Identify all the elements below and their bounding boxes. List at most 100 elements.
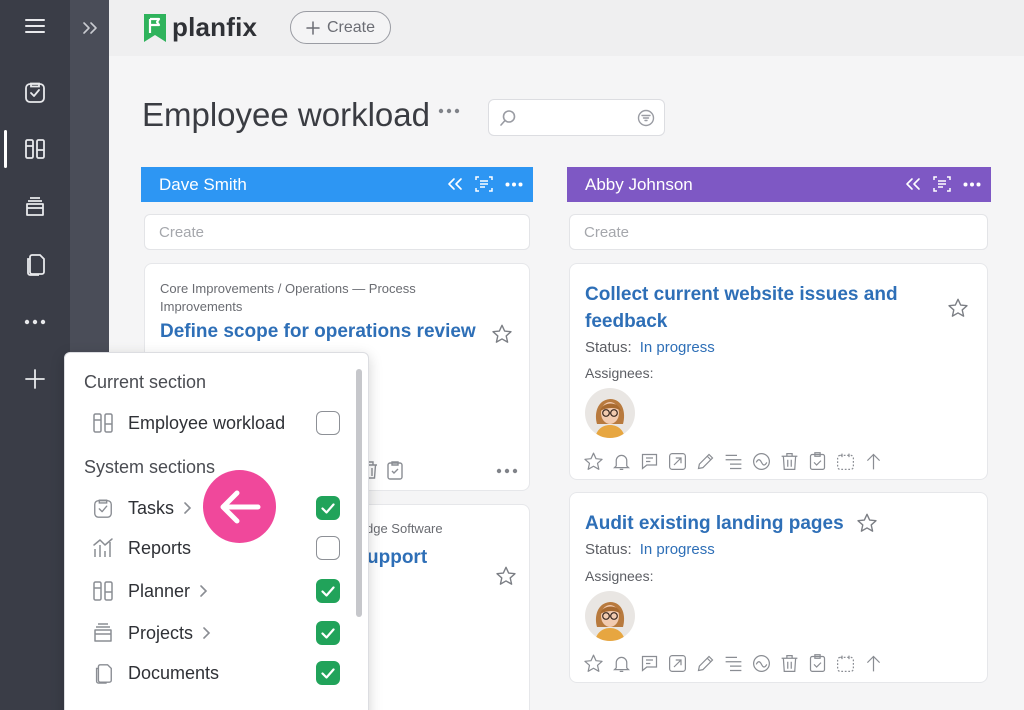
projects-icon	[94, 623, 112, 642]
comment-icon[interactable]	[639, 653, 660, 674]
avatar[interactable]	[585, 388, 635, 438]
lines-icon[interactable]	[723, 451, 744, 472]
plus-icon	[25, 369, 45, 389]
column-create-input[interactable]: Create	[144, 214, 530, 250]
expand-panel-button[interactable]	[70, 8, 109, 48]
section-checkbox-projects[interactable]	[316, 621, 340, 645]
status-value[interactable]: In progress	[640, 339, 715, 356]
rail-tasks-button[interactable]	[0, 70, 70, 114]
filter-icon[interactable]	[637, 109, 655, 127]
status-label: Status:	[585, 541, 632, 558]
task-title[interactable]: Define scope for operations review	[160, 318, 476, 345]
section-checkbox-planner[interactable]	[316, 579, 340, 603]
top-bar: planfix Create	[109, 0, 1024, 56]
rail-more-button[interactable]	[0, 300, 70, 344]
trash-icon[interactable]	[779, 451, 800, 472]
checkmark-icon	[321, 585, 335, 597]
wave-icon[interactable]	[751, 451, 772, 472]
task-action-bar	[583, 653, 884, 674]
pencil-icon[interactable]	[695, 653, 716, 674]
bell-icon[interactable]	[611, 653, 632, 674]
star-icon[interactable]	[856, 512, 878, 534]
double-chevron-right-icon	[82, 22, 97, 34]
star-icon[interactable]	[947, 297, 969, 319]
section-item-employee-workload[interactable]: Employee workload	[92, 408, 285, 438]
chevron-right-icon[interactable]	[182, 501, 192, 515]
collapse-icon[interactable]	[905, 177, 921, 191]
section-checkbox-employee-workload[interactable]	[316, 411, 340, 435]
clipboard-check-icon[interactable]	[386, 460, 404, 480]
section-checkbox-documents[interactable]	[316, 661, 340, 685]
create-button[interactable]: Create	[290, 11, 391, 44]
more-horizontal-icon	[438, 108, 460, 114]
section-item-tasks[interactable]: Tasks	[92, 493, 192, 523]
planfix-logo-icon	[144, 13, 166, 42]
star-icon[interactable]	[583, 653, 604, 674]
documents-icon	[95, 664, 112, 684]
chevron-right-icon[interactable]	[198, 584, 208, 598]
star-icon[interactable]	[491, 323, 513, 345]
tasks-icon	[25, 82, 45, 103]
clipboard-check-icon[interactable]	[807, 451, 828, 472]
status-value[interactable]: In progress	[640, 541, 715, 558]
clipboard-check-icon[interactable]	[807, 653, 828, 674]
more-horizontal-icon[interactable]	[505, 182, 523, 187]
arrow-up-icon[interactable]	[863, 451, 884, 472]
column-header-abby-johnson[interactable]: Abby Johnson	[567, 167, 991, 202]
section-checkbox-reports[interactable]	[316, 536, 340, 560]
column-header-dave-smith[interactable]: Dave Smith	[141, 167, 533, 202]
task-card[interactable]: Audit existing landing pages Status: In p…	[569, 492, 988, 683]
wave-icon[interactable]	[751, 653, 772, 674]
trash-icon[interactable]	[779, 653, 800, 674]
pencil-icon[interactable]	[695, 451, 716, 472]
calendar-icon[interactable]	[835, 451, 856, 472]
search-input[interactable]	[488, 99, 665, 136]
task-status: Status: In progress	[585, 541, 715, 558]
more-horizontal-icon	[24, 319, 46, 325]
delegate-icon[interactable]	[667, 451, 688, 472]
section-item-label: Reports	[128, 537, 192, 558]
column-create-input[interactable]: Create	[569, 214, 988, 250]
section-checkbox-tasks[interactable]	[316, 496, 340, 520]
collapse-icon[interactable]	[447, 177, 463, 191]
more-horizontal-icon[interactable]	[496, 468, 518, 474]
section-item-label: Projects	[128, 622, 194, 643]
section-item-planner[interactable]: Planner	[92, 576, 208, 606]
scan-icon[interactable]	[475, 175, 493, 193]
section-item-reports[interactable]: Reports	[92, 533, 191, 563]
avatar[interactable]	[585, 591, 635, 641]
assignees-label: Assignees:	[585, 365, 654, 381]
popup-scrollbar[interactable]	[356, 369, 362, 617]
hamburger-icon	[25, 19, 45, 33]
left-rail	[0, 0, 70, 710]
delegate-icon[interactable]	[667, 653, 688, 674]
menu-button[interactable]	[0, 4, 70, 48]
task-card[interactable]: Collect current website issues and feedb…	[569, 263, 988, 480]
rail-add-button[interactable]	[0, 357, 70, 401]
star-icon[interactable]	[495, 565, 517, 587]
bell-icon[interactable]	[611, 451, 632, 472]
logo[interactable]: planfix	[143, 12, 257, 43]
lines-icon[interactable]	[723, 653, 744, 674]
chevron-right-icon[interactable]	[201, 626, 211, 640]
section-item-label: Documents	[128, 662, 220, 683]
task-title-fragment[interactable]: upport	[367, 547, 427, 569]
more-horizontal-icon[interactable]	[963, 182, 981, 187]
rail-projects-button[interactable]	[0, 185, 70, 229]
section-item-documents[interactable]: Documents	[92, 658, 219, 688]
rail-documents-button[interactable]	[0, 242, 70, 286]
rail-planner-button[interactable]	[0, 127, 70, 171]
assignees-label: Assignees:	[585, 568, 654, 584]
highlight-arrow	[203, 470, 276, 543]
avatar-photo-icon	[585, 388, 635, 438]
tasks-icon	[94, 499, 112, 518]
calendar-icon[interactable]	[835, 653, 856, 674]
projects-icon	[26, 197, 44, 216]
arrow-up-icon[interactable]	[863, 653, 884, 674]
star-icon[interactable]	[583, 451, 604, 472]
comment-icon[interactable]	[639, 451, 660, 472]
scan-icon[interactable]	[933, 175, 951, 193]
task-title[interactable]: Collect current website issues and feedb…	[585, 281, 925, 335]
page-menu-button[interactable]	[438, 108, 460, 114]
section-item-projects[interactable]: Projects	[92, 618, 211, 648]
